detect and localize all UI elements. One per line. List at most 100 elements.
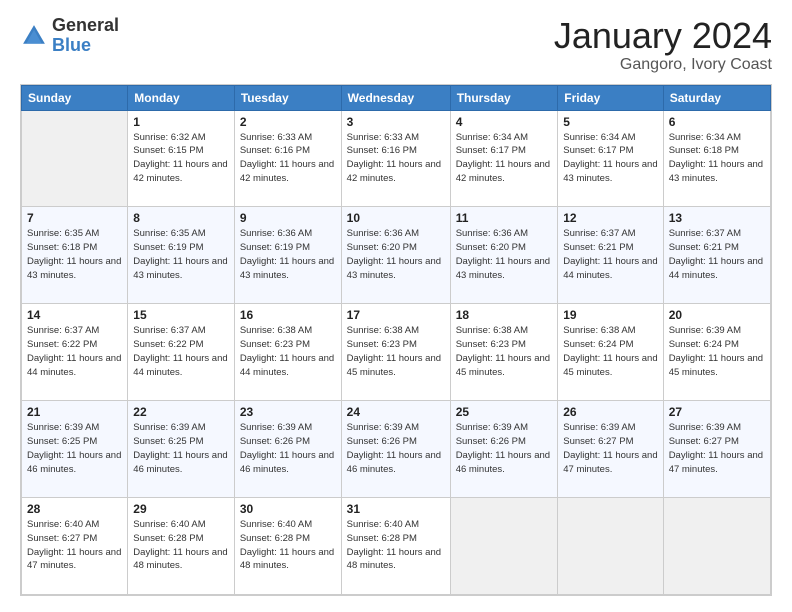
- calendar-header: SundayMondayTuesdayWednesdayThursdayFrid…: [22, 85, 771, 110]
- calendar-cell: 16 Sunrise: 6:38 AMSunset: 6:23 PMDayligh…: [234, 304, 341, 401]
- day-info: Sunrise: 6:39 AMSunset: 6:26 PMDaylight:…: [240, 421, 336, 476]
- calendar: SundayMondayTuesdayWednesdayThursdayFrid…: [20, 84, 772, 596]
- week-row-1: 7Sunrise: 6:35 AMSunset: 6:18 PMDaylight…: [22, 207, 771, 304]
- day-number: 12: [563, 211, 657, 225]
- calendar-cell: 2 Sunrise: 6:33 AMSunset: 6:16 PMDaylight…: [234, 110, 341, 207]
- header-day-wednesday: Wednesday: [341, 85, 450, 110]
- day-number: 19: [563, 308, 657, 322]
- day-info: Sunrise: 6:39 AMSunset: 6:27 PMDaylight:…: [563, 421, 657, 476]
- calendar-cell: 18 Sunrise: 6:38 AMSunset: 6:23 PMDayligh…: [450, 304, 558, 401]
- week-row-3: 21 Sunrise: 6:39 AMSunset: 6:25 PMDayligh…: [22, 401, 771, 498]
- calendar-cell: 17 Sunrise: 6:38 AMSunset: 6:23 PMDayligh…: [341, 304, 450, 401]
- header-day-thursday: Thursday: [450, 85, 558, 110]
- calendar-cell: 27 Sunrise: 6:39 AMSunset: 6:27 PMDayligh…: [663, 401, 770, 498]
- week-row-4: 28 Sunrise: 6:40 AMSunset: 6:27 PMDayligh…: [22, 498, 771, 595]
- week-row-2: 14 Sunrise: 6:37 AMSunset: 6:22 PMDayligh…: [22, 304, 771, 401]
- calendar-cell: 30Sunrise: 6:40 AMSunset: 6:28 PMDayligh…: [234, 498, 341, 595]
- day-info: Sunrise: 6:33 AMSunset: 6:16 PMDaylight:…: [240, 131, 336, 186]
- calendar-cell: 4 Sunrise: 6:34 AMSunset: 6:17 PMDaylight…: [450, 110, 558, 207]
- day-number: 9: [240, 211, 336, 225]
- day-info: Sunrise: 6:34 AMSunset: 6:18 PMDaylight:…: [669, 131, 765, 186]
- day-info: Sunrise: 6:39 AMSunset: 6:26 PMDaylight:…: [456, 421, 553, 476]
- location: Gangoro, Ivory Coast: [554, 56, 772, 74]
- calendar-cell: 3 Sunrise: 6:33 AMSunset: 6:16 PMDaylight…: [341, 110, 450, 207]
- day-number: 13: [669, 211, 765, 225]
- logo-icon: [20, 22, 48, 50]
- day-info: Sunrise: 6:39 AMSunset: 6:27 PMDaylight:…: [669, 421, 765, 476]
- title-block: January 2024 Gangoro, Ivory Coast: [554, 16, 772, 74]
- calendar-cell: 6Sunrise: 6:34 AMSunset: 6:18 PMDaylight…: [663, 110, 770, 207]
- day-number: 17: [347, 308, 445, 322]
- day-number: 2: [240, 115, 336, 129]
- day-info: Sunrise: 6:37 AMSunset: 6:22 PMDaylight:…: [27, 324, 122, 379]
- calendar-cell: [450, 498, 558, 595]
- calendar-cell: 10Sunrise: 6:36 AMSunset: 6:20 PMDayligh…: [341, 207, 450, 304]
- day-number: 25: [456, 405, 553, 419]
- day-info: Sunrise: 6:37 AMSunset: 6:22 PMDaylight:…: [133, 324, 229, 379]
- calendar-cell: [22, 110, 128, 207]
- day-number: 11: [456, 211, 553, 225]
- calendar-cell: 29Sunrise: 6:40 AMSunset: 6:28 PMDayligh…: [128, 498, 235, 595]
- header-day-sunday: Sunday: [22, 85, 128, 110]
- day-info: Sunrise: 6:40 AMSunset: 6:28 PMDaylight:…: [347, 518, 445, 573]
- calendar-cell: 15 Sunrise: 6:37 AMSunset: 6:22 PMDayligh…: [128, 304, 235, 401]
- calendar-cell: 1 Sunrise: 6:32 AMSunset: 6:15 PMDaylight…: [128, 110, 235, 207]
- logo: General Blue: [20, 16, 119, 56]
- day-number: 16: [240, 308, 336, 322]
- day-number: 4: [456, 115, 553, 129]
- calendar-cell: 25 Sunrise: 6:39 AMSunset: 6:26 PMDayligh…: [450, 401, 558, 498]
- day-info: Sunrise: 6:35 AMSunset: 6:19 PMDaylight:…: [133, 227, 229, 282]
- day-info: Sunrise: 6:40 AMSunset: 6:27 PMDaylight:…: [27, 518, 122, 573]
- week-row-0: 1 Sunrise: 6:32 AMSunset: 6:15 PMDaylight…: [22, 110, 771, 207]
- day-number: 27: [669, 405, 765, 419]
- day-info: Sunrise: 6:33 AMSunset: 6:16 PMDaylight:…: [347, 131, 445, 186]
- header-day-friday: Friday: [558, 85, 663, 110]
- day-info: Sunrise: 6:32 AMSunset: 6:15 PMDaylight:…: [133, 131, 229, 186]
- day-number: 22: [133, 405, 229, 419]
- day-info: Sunrise: 6:39 AMSunset: 6:25 PMDaylight:…: [133, 421, 229, 476]
- day-number: 31: [347, 502, 445, 516]
- logo-general-text: General: [52, 16, 119, 36]
- day-number: 28: [27, 502, 122, 516]
- calendar-cell: 7Sunrise: 6:35 AMSunset: 6:18 PMDaylight…: [22, 207, 128, 304]
- day-info: Sunrise: 6:37 AMSunset: 6:21 PMDaylight:…: [563, 227, 657, 282]
- day-number: 1: [133, 115, 229, 129]
- header-day-tuesday: Tuesday: [234, 85, 341, 110]
- day-info: Sunrise: 6:34 AMSunset: 6:17 PMDaylight:…: [456, 131, 553, 186]
- day-info: Sunrise: 6:36 AMSunset: 6:19 PMDaylight:…: [240, 227, 336, 282]
- day-number: 26: [563, 405, 657, 419]
- day-number: 14: [27, 308, 122, 322]
- calendar-cell: [663, 498, 770, 595]
- day-number: 18: [456, 308, 553, 322]
- day-number: 15: [133, 308, 229, 322]
- day-info: Sunrise: 6:40 AMSunset: 6:28 PMDaylight:…: [240, 518, 336, 573]
- day-number: 5: [563, 115, 657, 129]
- day-info: Sunrise: 6:36 AMSunset: 6:20 PMDaylight:…: [456, 227, 553, 282]
- day-number: 7: [27, 211, 122, 225]
- day-number: 20: [669, 308, 765, 322]
- calendar-cell: 21Sunrise: 6:39 AMSunset: 6:25 PMDayligh…: [22, 401, 128, 498]
- calendar-cell: 26 Sunrise: 6:39 AMSunset: 6:27 PMDayligh…: [558, 401, 663, 498]
- calendar-cell: 11 Sunrise: 6:36 AMSunset: 6:20 PMDayligh…: [450, 207, 558, 304]
- logo-text: General Blue: [52, 16, 119, 56]
- calendar-cell: 31 Sunrise: 6:40 AMSunset: 6:28 PMDayligh…: [341, 498, 450, 595]
- day-info: Sunrise: 6:38 AMSunset: 6:23 PMDaylight:…: [240, 324, 336, 379]
- calendar-cell: 13Sunrise: 6:37 AMSunset: 6:21 PMDayligh…: [663, 207, 770, 304]
- day-info: Sunrise: 6:38 AMSunset: 6:23 PMDaylight:…: [456, 324, 553, 379]
- calendar-cell: [558, 498, 663, 595]
- calendar-cell: 19 Sunrise: 6:38 AMSunset: 6:24 PMDayligh…: [558, 304, 663, 401]
- calendar-cell: 8Sunrise: 6:35 AMSunset: 6:19 PMDaylight…: [128, 207, 235, 304]
- day-number: 10: [347, 211, 445, 225]
- day-number: 29: [133, 502, 229, 516]
- header-day-monday: Monday: [128, 85, 235, 110]
- calendar-cell: 24Sunrise: 6:39 AMSunset: 6:26 PMDayligh…: [341, 401, 450, 498]
- day-info: Sunrise: 6:38 AMSunset: 6:23 PMDaylight:…: [347, 324, 445, 379]
- day-number: 21: [27, 405, 122, 419]
- header-row: SundayMondayTuesdayWednesdayThursdayFrid…: [22, 85, 771, 110]
- calendar-cell: 9 Sunrise: 6:36 AMSunset: 6:19 PMDaylight…: [234, 207, 341, 304]
- header-day-saturday: Saturday: [663, 85, 770, 110]
- day-number: 3: [347, 115, 445, 129]
- calendar-cell: 12 Sunrise: 6:37 AMSunset: 6:21 PMDayligh…: [558, 207, 663, 304]
- calendar-cell: 20Sunrise: 6:39 AMSunset: 6:24 PMDayligh…: [663, 304, 770, 401]
- day-info: Sunrise: 6:38 AMSunset: 6:24 PMDaylight:…: [563, 324, 657, 379]
